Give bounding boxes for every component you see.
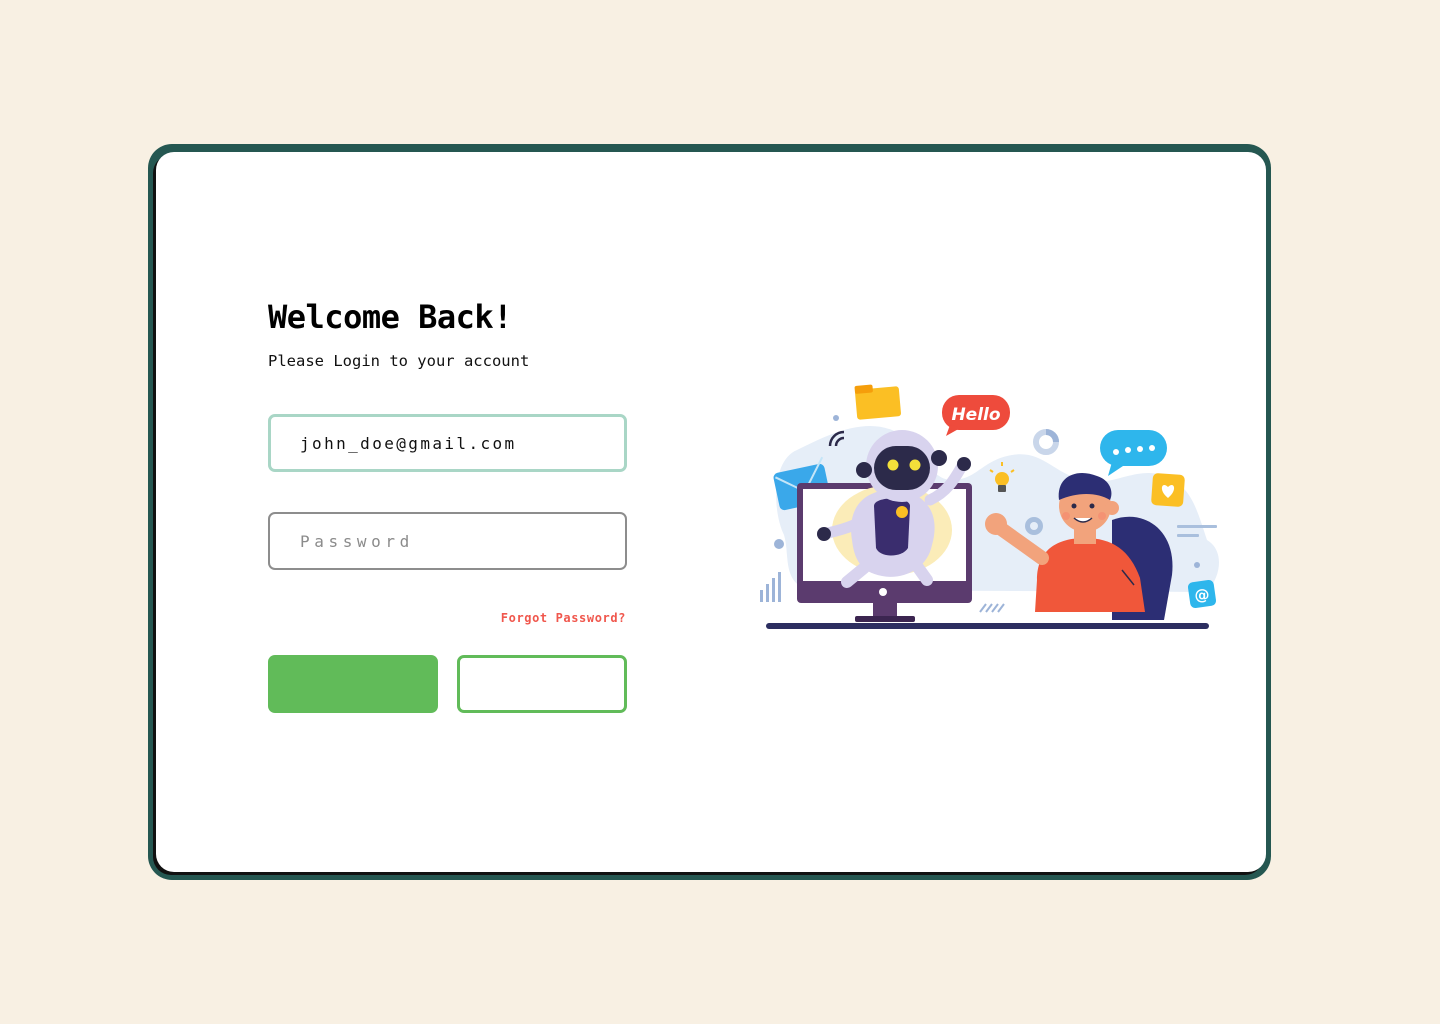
page-subtitle: Please Login to your account [268, 352, 530, 370]
page-title: Welcome Back! [268, 298, 512, 336]
password-field[interactable] [268, 512, 627, 570]
signup-button[interactable] [457, 655, 627, 713]
hello-bubble-text: Hello [951, 405, 1000, 425]
robot-greeting-illustration: Hello @ [760, 384, 1220, 629]
svg-text:@: @ [1195, 586, 1210, 604]
login-button[interactable] [268, 655, 438, 713]
email-field[interactable] [268, 414, 627, 472]
forgot-password-link[interactable]: Forgot Password? [501, 611, 626, 625]
